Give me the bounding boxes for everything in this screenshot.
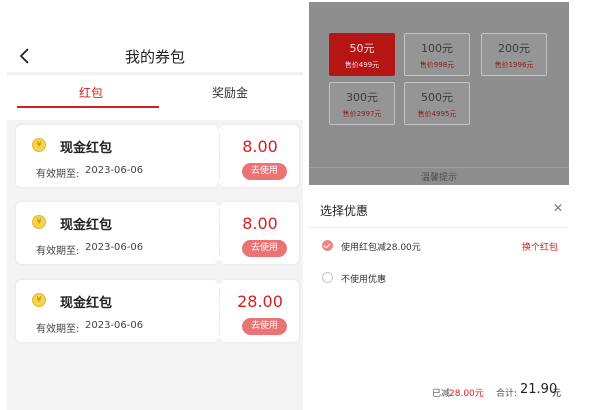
expiry-label: 有效期至: [36, 169, 80, 180]
coin-icon: ¥ [32, 215, 46, 229]
card-notch [215, 198, 223, 206]
coupon-card: ¥ 现金红包 有效期至: 2023-06-06 8.00 去使用 [16, 198, 299, 268]
tab-reward[interactable]: 奖励金 [212, 84, 248, 101]
sheet-divider [309, 227, 569, 228]
option-use-coupon-label: 使用红包减28.00元 [341, 243, 421, 253]
reduced-label: 已减 [432, 389, 451, 399]
coupon-wallet-panel: 我的券包 红包 奖励金 ¥ 现金红包 有效期至: 2023-06-06 8.00… [7, 0, 303, 410]
tab-bar: 红包 奖励金 [7, 78, 303, 110]
card-notch [215, 260, 223, 268]
card-notch [215, 338, 223, 346]
card-notch [215, 183, 223, 191]
coupon-amount: 28.00 [237, 292, 283, 311]
expiry-date: 2023-06-06 [85, 242, 144, 253]
option-price: 售价2997元 [342, 110, 382, 118]
card-divider [219, 288, 220, 334]
use-button[interactable]: 去使用 [242, 240, 287, 257]
coupon-title: 现金红包 [60, 141, 113, 156]
nav-divider [7, 72, 303, 75]
coupon-title: 现金红包 [60, 296, 113, 311]
option-price: 售价4995元 [417, 110, 457, 118]
option-price: 售价1996元 [494, 61, 534, 69]
total-unit: 元 [552, 389, 562, 399]
close-icon[interactable]: ✕ [552, 202, 564, 214]
checkout-panel: 50元 售价499元 100元 售价998元 200元 售价1996元 300元… [309, 0, 600, 410]
expiry-label: 有效期至: [36, 246, 80, 257]
coupon-amount: 8.00 [242, 137, 278, 156]
option-price: 售价998元 [419, 61, 455, 69]
tip-heading: 温馨提示 [420, 173, 457, 183]
total-label: 合计: [496, 389, 518, 399]
page-title: 我的券包 [124, 48, 185, 66]
expiry-date: 2023-06-06 [85, 165, 144, 176]
recharge-option-100[interactable]: 100元 售价998元 [404, 33, 470, 76]
coupon-amount: 8.00 [242, 214, 278, 233]
coupon-list: ¥ 现金红包 有效期至: 2023-06-06 8.00 去使用 ¥ 现金红包 … [7, 120, 303, 410]
coin-icon: ¥ [32, 293, 46, 307]
card-notch [215, 276, 223, 284]
tip-divider [309, 167, 569, 168]
option-no-discount-label: 不使用优惠 [341, 275, 387, 285]
tab-red-packet[interactable]: 红包 [79, 84, 103, 101]
option-value: 200元 [498, 42, 530, 55]
recharge-option-200[interactable]: 200元 售价1996元 [481, 33, 547, 76]
card-divider [219, 133, 220, 179]
coupon-card: ¥ 现金红包 有效期至: 2023-06-06 8.00 去使用 [16, 121, 299, 191]
coupon-card: ¥ 现金红包 有效期至: 2023-06-06 28.00 去使用 [16, 276, 299, 346]
card-notch [215, 121, 223, 129]
use-button[interactable]: 去使用 [242, 163, 287, 180]
coin-icon: ¥ [32, 138, 46, 152]
sheet-title: 选择优惠 [320, 204, 369, 218]
use-button[interactable]: 去使用 [242, 318, 287, 335]
option-price: 售价499元 [344, 61, 380, 69]
option-value: 300元 [346, 91, 378, 104]
recharge-option-300[interactable]: 300元 售价2997元 [329, 82, 395, 125]
recharge-option-500[interactable]: 500元 售价4995元 [404, 82, 470, 125]
option-value: 100元 [421, 42, 453, 55]
change-coupon-link[interactable]: 换个红包 [522, 240, 558, 253]
expiry-date: 2023-06-06 [85, 320, 144, 331]
radio-no-discount[interactable] [322, 272, 333, 283]
nav-bar: 我的券包 [7, 38, 303, 74]
option-value: 500元 [421, 91, 453, 104]
screenshot-root: 我的券包 红包 奖励金 ¥ 现金红包 有效期至: 2023-06-06 8.00… [0, 0, 600, 410]
dimmed-recharge-options: 50元 售价499元 100元 售价998元 200元 售价1996元 300元… [309, 2, 569, 185]
reduced-amount: 28.00元 [449, 389, 484, 399]
expiry-label: 有效期至: [36, 324, 80, 335]
coupon-title: 现金红包 [60, 218, 113, 233]
recharge-option-50[interactable]: 50元 售价499元 [329, 33, 395, 76]
option-value: 50元 [349, 42, 375, 55]
radio-use-coupon[interactable] [322, 240, 333, 251]
active-tab-indicator [17, 106, 159, 108]
card-divider [219, 210, 220, 256]
